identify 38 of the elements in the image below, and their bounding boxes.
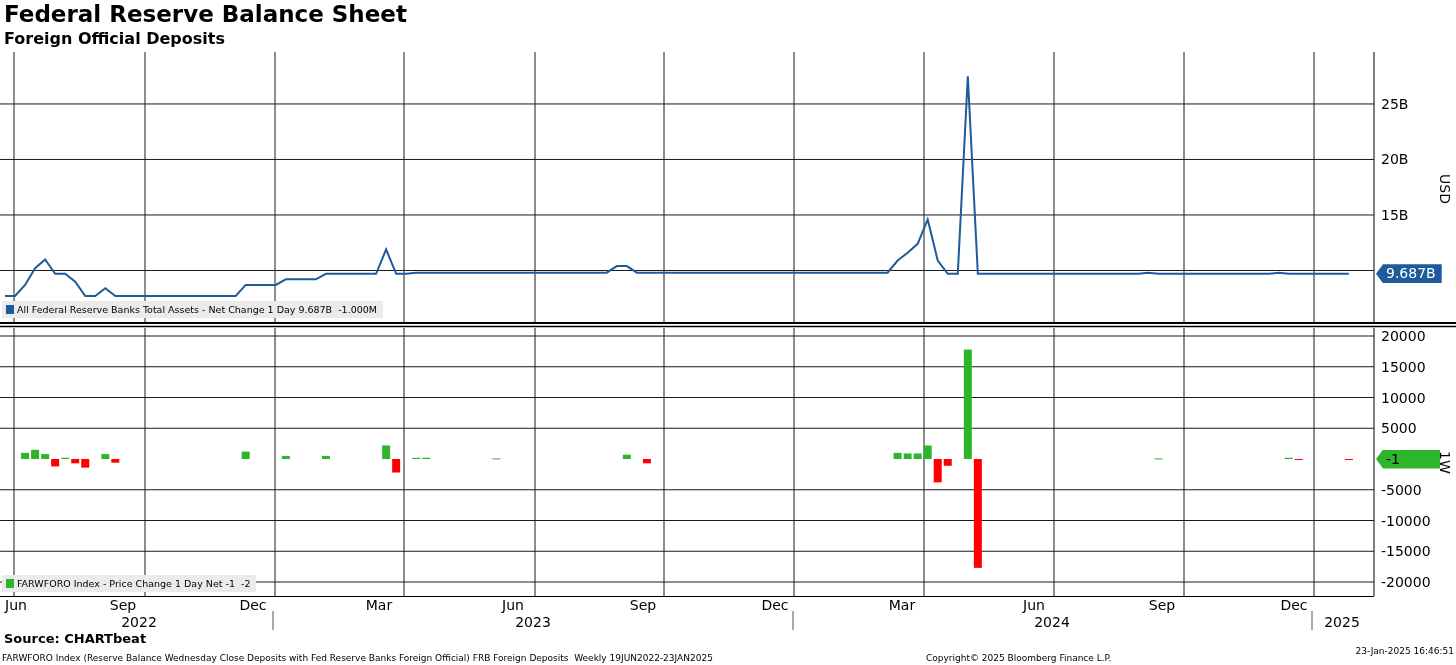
timestamp: 23-Jan-2025 16:46:51	[1355, 646, 1454, 657]
year-label: 2022	[121, 614, 157, 630]
period-label: 1W	[1437, 451, 1453, 474]
axis-tick-label: Sep	[109, 597, 137, 613]
axis-tick-label: 25B	[1381, 95, 1409, 112]
axis-tick-label: 15000	[1381, 358, 1426, 375]
source-label: Source: CHARTbeat	[3, 632, 147, 646]
axis-tick-label: 15B	[1381, 207, 1409, 223]
axis-tick-label: Sep	[629, 597, 657, 613]
axis-tick-label: -5000	[1381, 481, 1422, 498]
axis-tick-label: Mar	[365, 597, 393, 613]
axis-tick-label: 5000	[1381, 420, 1417, 437]
axis-tick-label: Jun	[1023, 597, 1045, 613]
axis-tick-label: Dec	[239, 597, 267, 613]
year-label: 2024	[1034, 614, 1070, 630]
chart-title: Federal Reserve Balance Sheet	[4, 0, 407, 28]
axis-tick-label: 10000	[1381, 389, 1426, 406]
value-tag: 9.687B	[1376, 264, 1442, 284]
chart-subtitle: Foreign Official Deposits	[4, 28, 225, 50]
axis-tick-label: 20000	[1381, 328, 1426, 344]
axis-tick-label: Dec	[761, 597, 789, 613]
copyright: Copyright© 2025 Bloomberg Finance L.P.	[926, 653, 1112, 663]
axis-title: USD	[1437, 174, 1453, 204]
footnote: FARWFORO Index (Reserve Balance Wednesday Close Deposits with Fed Reserve Banks Foreign Official) FRB Foreign Deposits Weekly 19JUN2022-23JAN2025	[2, 653, 713, 663]
axis-tick-label: 20B	[1381, 151, 1409, 168]
year-label: 2025	[1324, 614, 1360, 630]
axis-tick-label: Dec	[1280, 597, 1308, 613]
axis-tick-label: Sep	[1148, 597, 1176, 613]
axis-tick-label: Jun	[5, 597, 27, 613]
legend-label: FARWFORO Index - Price Change 1 Day Net -1 -2	[17, 577, 251, 590]
axis-tick-label: -15000	[1381, 543, 1431, 560]
axis-tick-label: -20000	[1381, 574, 1431, 590]
legend-label: All Federal Reserve Banks Total Assets - Net Change 1 Day 9.687B -1.000M	[17, 303, 377, 316]
year-label: 2023	[515, 614, 551, 630]
axis-tick-label: -10000	[1381, 512, 1431, 529]
axis-tick-label: Jun	[502, 597, 524, 613]
value-tag: -1	[1376, 449, 1440, 469]
axis-tick-label: Mar	[888, 597, 916, 613]
